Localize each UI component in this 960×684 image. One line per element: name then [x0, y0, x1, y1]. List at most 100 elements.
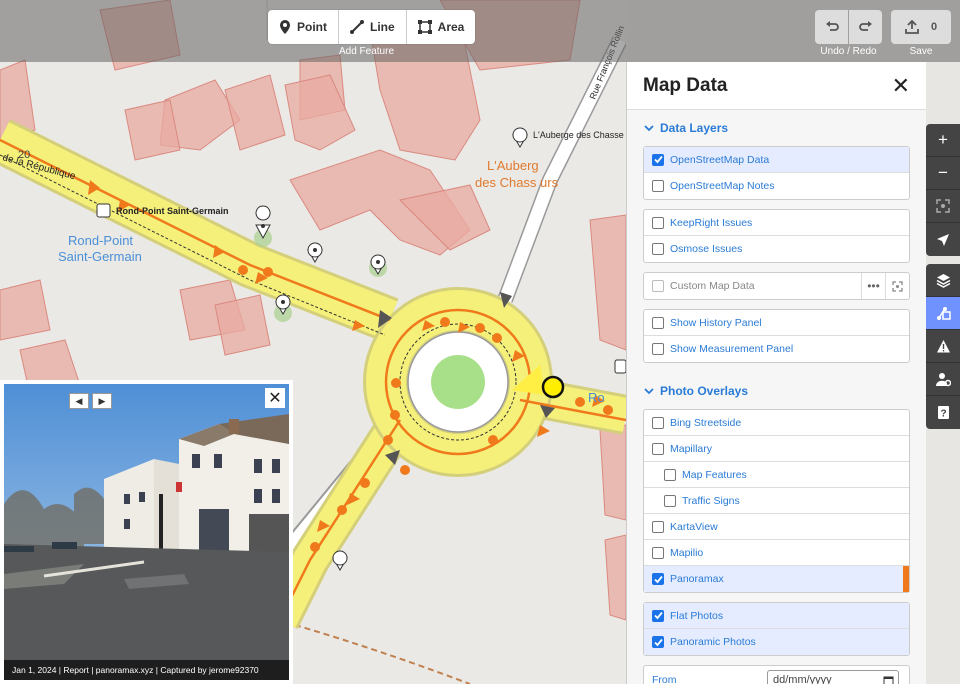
issues-pane-button[interactable]: [926, 330, 960, 363]
selected-photo-marker[interactable]: [541, 375, 565, 399]
checkbox-checked-icon[interactable]: [652, 573, 664, 585]
zoom-to-selection-icon: [936, 199, 950, 213]
from-label: From: [652, 674, 677, 684]
checkbox-icon[interactable]: [652, 520, 664, 533]
undo-button[interactable]: [815, 10, 848, 44]
overlay-label: Bing Streetside: [670, 416, 742, 429]
date-filter: From dd/mm/yyyy: [643, 665, 910, 684]
panel-header: Map Data ✕: [627, 62, 926, 110]
viewer-close-button[interactable]: ✕: [265, 388, 285, 408]
layer-osmose[interactable]: Osmose Issues: [644, 236, 909, 262]
checkbox-icon[interactable]: [664, 494, 676, 507]
add-point-button[interactable]: Point: [268, 10, 339, 44]
photo-overlays-section-toggle[interactable]: Photo Overlays: [627, 373, 926, 409]
preferences-pane-button[interactable]: [926, 363, 960, 396]
layer-custom-data[interactable]: Custom Map Data •••: [644, 273, 909, 299]
overlay-mapilio[interactable]: Mapilio: [644, 540, 909, 566]
overlay-traffic-signs[interactable]: Traffic Signs: [644, 488, 909, 514]
layer-label: Show Measurement Panel: [670, 343, 794, 355]
undo-redo-caption: Undo / Redo: [820, 46, 877, 57]
save-caption: Save: [909, 46, 933, 57]
save-button[interactable]: 0: [891, 10, 951, 44]
overlay-mapillary[interactable]: Mapillary: [644, 436, 909, 462]
chevron-down-icon: [644, 388, 654, 395]
label-shield: 20: [18, 149, 30, 161]
overlay-label: Mapilio: [670, 546, 704, 559]
minus-icon: −: [938, 163, 948, 182]
checkbox-icon[interactable]: [652, 416, 664, 429]
layer-label: Show History Panel: [670, 316, 762, 329]
layer-label: Custom Map Data: [670, 280, 755, 292]
geolocate-button[interactable]: [926, 223, 960, 256]
label-restaurant-map-2: des Chass urs: [475, 175, 559, 190]
overlay-kartaview[interactable]: KartaView: [644, 514, 909, 540]
checkbox-icon[interactable]: [652, 546, 664, 559]
line-icon: [350, 20, 364, 34]
add-area-button[interactable]: Area: [407, 10, 476, 44]
layer-label: Osmose Issues: [670, 243, 743, 255]
svg-text:?: ?: [940, 409, 946, 420]
checkbox-icon[interactable]: [652, 442, 664, 455]
data-layers-title: Data Layers: [660, 121, 729, 135]
top-toolbar: Point Line Area Add Feature Undo / Redo …: [0, 0, 960, 62]
previous-photo-button[interactable]: ◀: [69, 393, 89, 409]
zoom-to-data-icon[interactable]: [885, 273, 909, 299]
add-line-button[interactable]: Line: [339, 10, 407, 44]
filter-flat-photos[interactable]: Flat Photos: [644, 603, 909, 629]
photo-attribution[interactable]: Jan 1, 2024 | Report | panoramax.xyz | C…: [4, 660, 289, 680]
checkbox-icon[interactable]: [664, 468, 676, 481]
label-ro: Ro: [588, 390, 605, 405]
panel-close-button[interactable]: ✕: [891, 72, 910, 98]
zoom-to-selection-button[interactable]: [926, 190, 960, 223]
layer-osm-notes[interactable]: OpenStreetMap Notes: [644, 173, 909, 199]
close-icon: ✕: [891, 72, 910, 98]
filter-label: Flat Photos: [670, 609, 724, 622]
label-bus-stop: Rond-Point Saint-Germain: [116, 206, 229, 216]
checkbox-icon[interactable]: [652, 216, 664, 229]
map-data-icon: [936, 306, 951, 320]
user-gear-icon: [935, 372, 951, 386]
checkbox-icon[interactable]: [652, 180, 664, 192]
checkbox-icon[interactable]: [652, 343, 664, 355]
help-pane-button[interactable]: ?: [926, 396, 960, 429]
checkbox-checked-icon[interactable]: [652, 609, 664, 622]
upload-icon: [905, 20, 919, 34]
from-date-input[interactable]: dd/mm/yyyy: [767, 670, 899, 684]
layer-osm-data[interactable]: OpenStreetMap Data: [644, 147, 909, 173]
more-options-icon[interactable]: •••: [861, 273, 885, 299]
zoom-out-button[interactable]: −: [926, 157, 960, 190]
filter-panoramic-photos[interactable]: Panoramic Photos: [644, 629, 909, 655]
map-data-panel: Map Data ✕ Data Layers OpenStreetMap Dat…: [626, 62, 926, 684]
area-icon: [417, 20, 432, 34]
overlay-label: KartaView: [670, 520, 718, 533]
point-icon: [280, 20, 290, 34]
label-restaurant: L'Auberge des Chasse: [533, 130, 624, 140]
data-layers-section-toggle[interactable]: Data Layers: [627, 110, 926, 146]
layer-keepright[interactable]: KeepRight Issues: [644, 210, 909, 236]
overlay-map-features[interactable]: Map Features: [644, 462, 909, 488]
photo-overlays-group: Bing Streetside Mapillary Map Features T…: [643, 409, 910, 593]
checkbox-checked-icon[interactable]: [652, 636, 664, 648]
photo-overlays-title: Photo Overlays: [660, 384, 749, 398]
data-layers-group-osm: OpenStreetMap Data OpenStreetMap Notes: [643, 146, 910, 200]
checkbox-icon[interactable]: [652, 243, 664, 255]
zoom-in-button[interactable]: +: [926, 124, 960, 157]
redo-button[interactable]: [849, 10, 882, 44]
photo-type-filters: Flat Photos Panoramic Photos: [643, 602, 910, 656]
map-data-pane-button[interactable]: [926, 297, 960, 330]
checkbox-checked-icon[interactable]: [652, 153, 664, 166]
plus-icon: +: [938, 130, 948, 149]
overlay-label: Mapillary: [670, 442, 713, 455]
location-arrow-icon: [937, 233, 949, 246]
layer-history-panel[interactable]: Show History Panel: [644, 310, 909, 336]
street-photo[interactable]: [4, 384, 289, 680]
checkbox-icon[interactable]: [652, 280, 664, 292]
checkbox-icon[interactable]: [652, 316, 664, 329]
map-controls: + − ?: [926, 124, 960, 437]
overlay-bing-streetside[interactable]: Bing Streetside: [644, 410, 909, 436]
layer-label: OpenStreetMap Notes: [670, 180, 775, 192]
background-pane-button[interactable]: [926, 264, 960, 297]
overlay-panoramax[interactable]: Panoramax: [644, 566, 909, 592]
layer-measurement-panel[interactable]: Show Measurement Panel: [644, 336, 909, 362]
next-photo-button[interactable]: ▶: [92, 393, 112, 409]
